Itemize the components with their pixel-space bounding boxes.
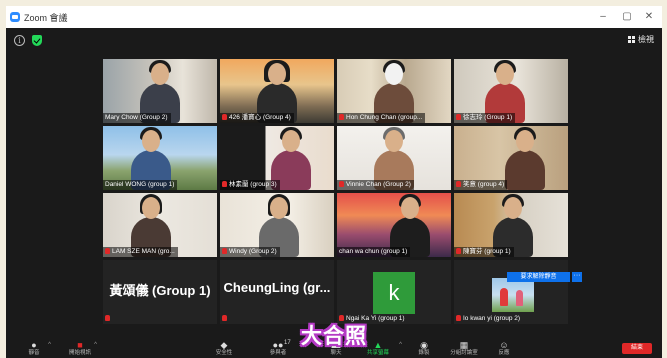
participant-name: Hon Chung Chan (group... bbox=[337, 113, 426, 123]
gallery-grid-icon bbox=[628, 36, 635, 43]
participant-name bbox=[220, 314, 232, 324]
minimize-icon[interactable]: – bbox=[592, 9, 614, 25]
muted-mic-icon bbox=[339, 114, 344, 120]
chevron-up-icon[interactable]: ^ bbox=[94, 342, 97, 348]
video-tile[interactable]: 林素蘭 (group 3) bbox=[220, 126, 334, 190]
participant-avatar: k bbox=[373, 272, 415, 314]
window-title: Zoom 會議 bbox=[24, 13, 68, 23]
zoom-window: Zoom 會議 – ▢ ✕ i 檢視 Mary Chow (Group 2) 4… bbox=[6, 6, 662, 358]
muted-mic-icon bbox=[222, 315, 227, 321]
meeting-info-bar: i 檢視 bbox=[6, 28, 662, 52]
reactions-icon: ☺ bbox=[499, 340, 509, 350]
participant-name bbox=[103, 314, 115, 324]
muted-mic-icon bbox=[456, 181, 461, 187]
title-bar: Zoom 會議 – ▢ ✕ bbox=[6, 6, 662, 28]
view-label: 檢視 bbox=[638, 35, 654, 44]
participants-icon: ●● bbox=[272, 340, 284, 350]
security-button[interactable]: ◆ 安全性 bbox=[206, 339, 242, 358]
muted-mic-icon bbox=[339, 181, 344, 187]
breakout-rooms-icon: ▦ bbox=[459, 340, 469, 350]
muted-mic-icon bbox=[456, 114, 461, 120]
muted-mic-icon bbox=[105, 315, 110, 321]
participant-display-name: CheungLing (gr... bbox=[223, 280, 331, 295]
participant-name: LAM SZE MAN (gro... bbox=[103, 247, 178, 257]
participants-button[interactable]: ●● 17 參與者 ^ bbox=[260, 339, 302, 358]
share-screen-icon: ▲ bbox=[373, 340, 383, 350]
video-tile[interactable]: 426 潘寶心 (Group 4) bbox=[220, 59, 334, 123]
mic-icon: ● bbox=[31, 340, 37, 350]
participant-name: Windy (Group 2) bbox=[220, 247, 280, 257]
participant-count: 17 bbox=[284, 340, 291, 346]
participant-name: 林素蘭 (group 3) bbox=[220, 180, 280, 190]
zoom-logo-icon bbox=[10, 12, 20, 22]
reactions-button[interactable]: ☺ 反應 bbox=[486, 339, 522, 358]
video-tile[interactable]: Io kwan yi (group 2) bbox=[454, 260, 568, 324]
shield-icon: ◆ bbox=[220, 340, 228, 350]
end-meeting-button[interactable]: 結束 bbox=[622, 343, 652, 354]
video-tile[interactable]: 笑意 (group 4) bbox=[454, 126, 568, 190]
meeting-info-icon[interactable]: i bbox=[14, 35, 25, 46]
participant-name: 徐志玲 (Group 1) bbox=[454, 113, 516, 123]
chevron-up-icon[interactable]: ^ bbox=[48, 342, 51, 348]
participant-name: chan wa chun (group 1) bbox=[337, 247, 411, 257]
participant-photo bbox=[492, 278, 534, 312]
muted-mic-icon bbox=[222, 248, 227, 254]
video-tile[interactable]: 陳寶芬 (group 1) bbox=[454, 193, 568, 257]
maximize-icon[interactable]: ▢ bbox=[616, 9, 638, 25]
muted-mic-icon bbox=[105, 248, 110, 254]
video-off-icon: ■ bbox=[77, 340, 83, 350]
participant-video bbox=[504, 127, 545, 190]
close-icon[interactable]: ✕ bbox=[638, 9, 660, 25]
participant-name: Mary Chow (Group 2) bbox=[103, 113, 171, 123]
video-tile-active-speaker[interactable]: Daniel WONG (group 1) bbox=[103, 126, 217, 190]
video-tile-no-video[interactable]: 黃頌儀 (Group 1) bbox=[103, 260, 217, 324]
video-tile[interactable]: Vinnie Chan (Group 2) bbox=[337, 126, 451, 190]
muted-mic-icon bbox=[222, 181, 227, 187]
participant-name: 陳寶芬 (group 1) bbox=[454, 247, 514, 257]
breakout-rooms-button[interactable]: ▦ 分組討論室 bbox=[446, 339, 482, 358]
photo-caption: 大合照 bbox=[301, 324, 367, 348]
video-tile[interactable]: 徐志玲 (Group 1) bbox=[454, 59, 568, 123]
record-button[interactable]: ◉ 錄製 bbox=[406, 339, 442, 358]
chevron-up-icon[interactable]: ^ bbox=[399, 342, 402, 348]
video-tile-no-video[interactable]: CheungLing (gr... bbox=[220, 260, 334, 324]
video-tile[interactable]: Mary Chow (Group 2) bbox=[103, 59, 217, 123]
participant-name: Io kwan yi (group 2) bbox=[454, 314, 523, 324]
record-icon: ◉ bbox=[420, 340, 428, 350]
participant-name: Vinnie Chan (Group 2) bbox=[337, 180, 414, 190]
video-tile[interactable]: LAM SZE MAN (gro... bbox=[103, 193, 217, 257]
participant-name: 426 潘寶心 (Group 4) bbox=[220, 113, 294, 123]
encryption-shield-icon[interactable] bbox=[32, 35, 42, 46]
video-tile-no-video[interactable]: k Ngai Ka Yi (group 1) bbox=[337, 260, 451, 324]
participant-name: 笑意 (group 4) bbox=[454, 180, 508, 190]
mute-button[interactable]: ● 靜音 ^ bbox=[16, 339, 52, 358]
view-button[interactable]: 檢視 bbox=[628, 34, 654, 46]
video-tile[interactable]: Windy (Group 2) bbox=[220, 193, 334, 257]
participant-display-name: 黃頌儀 (Group 1) bbox=[109, 283, 211, 298]
more-options-icon[interactable]: ··· bbox=[572, 272, 582, 282]
unmute-request-badge[interactable]: 要求解除靜音 bbox=[507, 272, 570, 282]
muted-mic-icon bbox=[222, 114, 227, 120]
participant-name: Daniel WONG (group 1) bbox=[103, 180, 178, 190]
muted-mic-icon bbox=[456, 248, 461, 254]
start-video-button[interactable]: ■ 開始視訊 ^ bbox=[62, 339, 98, 358]
video-tile[interactable]: chan wa chun (group 1) bbox=[337, 193, 451, 257]
muted-mic-icon bbox=[456, 315, 461, 321]
video-tile[interactable]: Hon Chung Chan (group... bbox=[337, 59, 451, 123]
muted-mic-icon bbox=[339, 315, 344, 321]
